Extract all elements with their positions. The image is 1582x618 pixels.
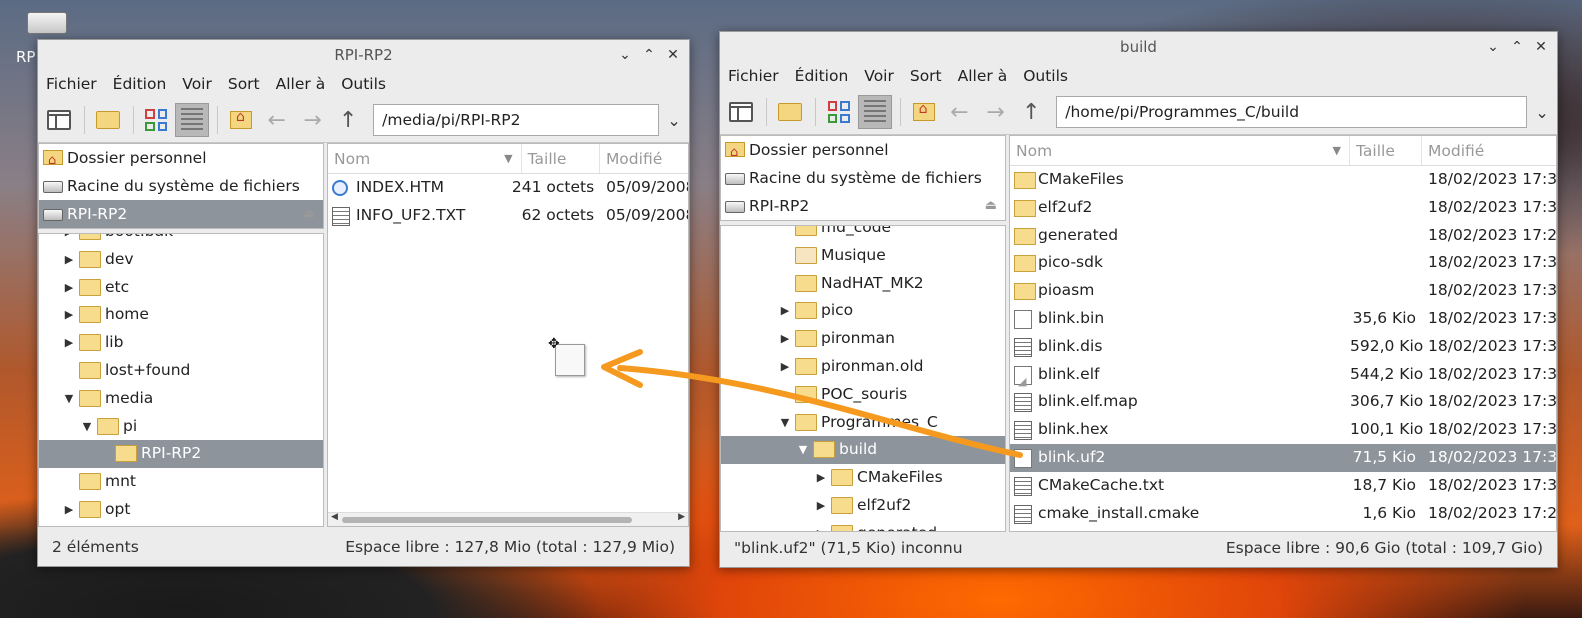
- annotation-arrow: [601, 349, 1023, 458]
